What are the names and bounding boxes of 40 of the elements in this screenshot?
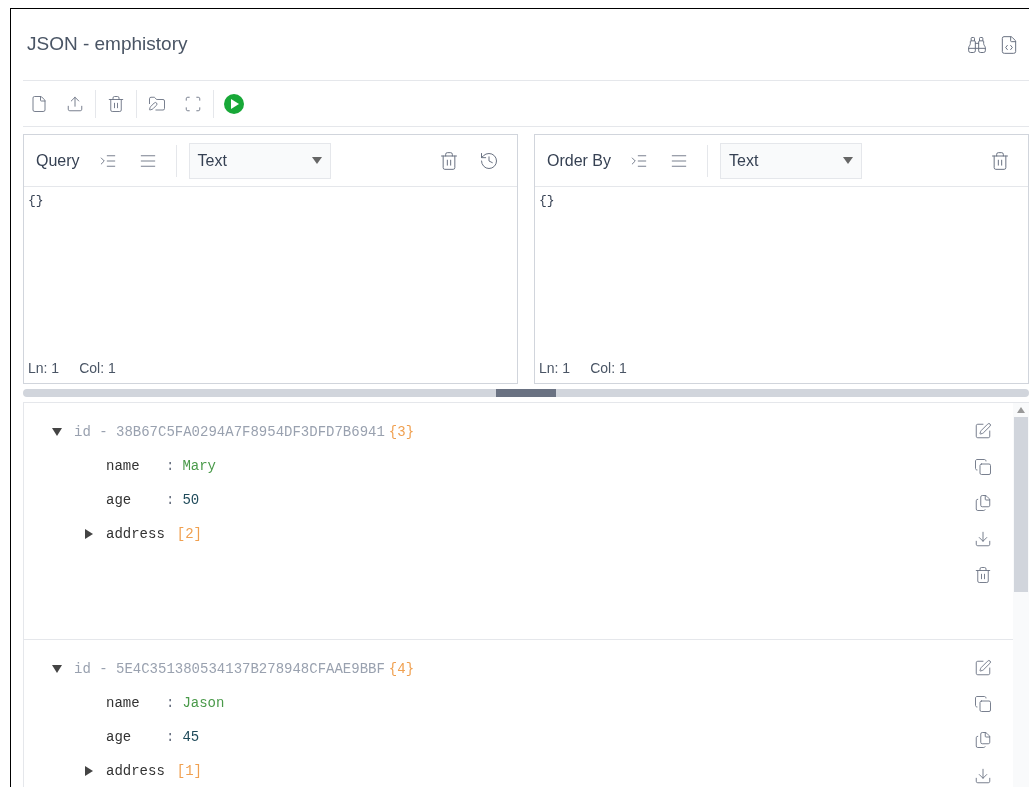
document-id: id - 38B67C5FA0294A7F8954DF3DFD7B6941 <box>74 422 385 442</box>
document-id: id - 5E4C351380534137B278948CFAAE9BBF <box>74 659 385 679</box>
format-dropdown[interactable]: Text <box>720 142 862 179</box>
field-key: name <box>106 692 166 714</box>
array-count: [1] <box>176 761 203 781</box>
expand-toggle[interactable] <box>84 529 94 539</box>
field-value: 45 <box>182 727 200 747</box>
expand-toggle[interactable] <box>84 766 94 776</box>
column-status: Col: 1 <box>79 359 116 378</box>
field-key: name <box>106 455 166 477</box>
collapse-toggle[interactable] <box>52 427 62 437</box>
column-status: Col: 1 <box>590 359 627 378</box>
field-value: Jason <box>182 693 225 713</box>
code-editor[interactable]: {} <box>535 187 1028 358</box>
field-count: {3} <box>388 422 415 442</box>
field-count: {4} <box>388 659 415 679</box>
array-count: [2] <box>176 524 203 544</box>
field-key: address <box>106 760 165 782</box>
field-key: age <box>106 726 166 748</box>
line-status: Ln: 1 <box>539 359 571 378</box>
field-value: Mary <box>182 456 216 476</box>
window-title: JSON - emphistory <box>26 32 189 57</box>
field-separator: : <box>166 490 175 510</box>
field-key: age <box>106 489 166 511</box>
scrollbar[interactable] <box>1013 403 1029 787</box>
caret-icon <box>311 157 322 164</box>
scroll-up-icon[interactable] <box>1017 407 1025 413</box>
code-editor[interactable]: {} <box>24 187 517 358</box>
caret-icon <box>843 157 853 164</box>
format-dropdown[interactable]: Text <box>188 142 331 179</box>
editor-label: Order By <box>547 150 611 171</box>
line-status: Ln: 1 <box>28 359 60 378</box>
field-key: address <box>106 523 165 545</box>
field-value: 50 <box>182 490 200 510</box>
splitter-bar[interactable] <box>23 389 1029 397</box>
field-separator: : <box>166 693 175 713</box>
editor-label: Query <box>36 150 80 171</box>
field-separator: : <box>166 727 175 747</box>
field-separator: : <box>166 456 175 476</box>
collapse-toggle[interactable] <box>52 664 62 674</box>
